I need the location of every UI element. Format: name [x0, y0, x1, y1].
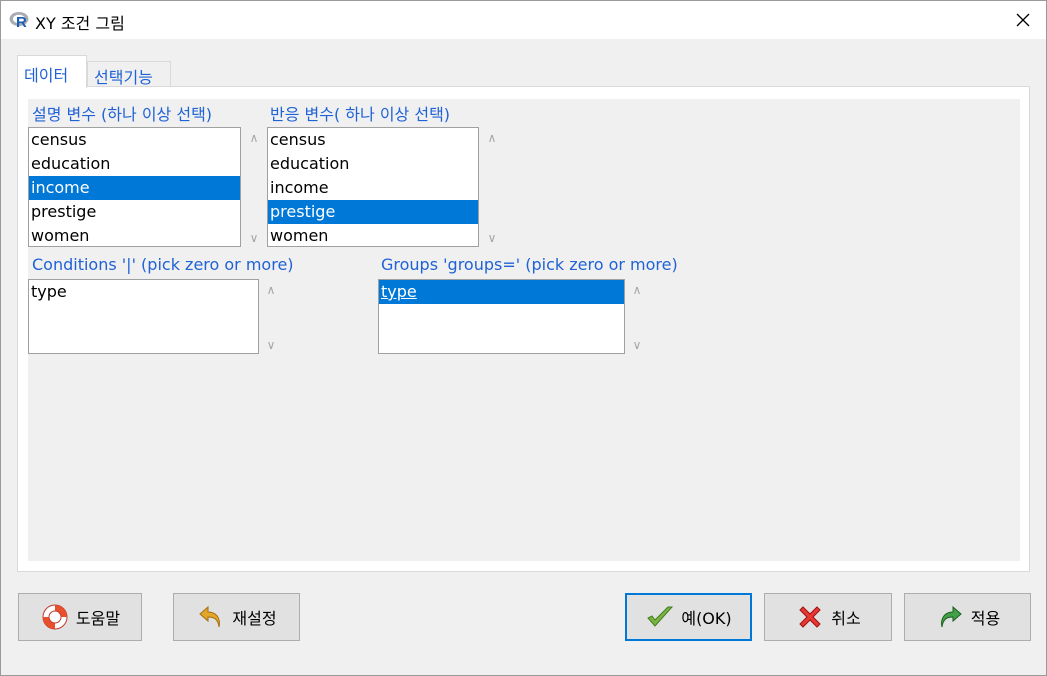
list-item-selected[interactable]: prestige	[268, 200, 478, 224]
ok-button[interactable]: 예(OK)	[625, 593, 752, 641]
response-label: 반응 변수( 하나 이상 선택)	[270, 105, 451, 124]
undo-arrow-icon	[199, 605, 221, 628]
groups-scrollbar[interactable]: ∧ ∨	[628, 279, 646, 354]
data-tab-content: 설명 변수 (하나 이상 선택) census education income…	[28, 99, 1020, 561]
scroll-up-icon[interactable]: ∧	[245, 131, 263, 145]
explanatory-listbox[interactable]: census education income prestige women	[28, 127, 241, 247]
list-item-selected[interactable]: type	[379, 280, 624, 304]
close-button[interactable]	[1000, 1, 1046, 39]
lifebuoy-icon	[42, 604, 68, 630]
apply-button-label: 적용	[970, 609, 1001, 628]
help-button[interactable]: 도움말	[18, 593, 142, 641]
scroll-up-icon[interactable]: ∧	[628, 283, 646, 297]
apply-button[interactable]: 적용	[904, 593, 1031, 641]
list-item[interactable]: prestige	[29, 200, 240, 224]
checkmark-icon	[647, 606, 674, 627]
x-cancel-icon	[799, 606, 821, 628]
scroll-down-icon[interactable]: ∨	[483, 231, 501, 245]
groups-listbox[interactable]: type	[378, 279, 625, 354]
cancel-button-label: 취소	[831, 609, 861, 628]
list-item[interactable]: census	[268, 128, 478, 152]
response-listbox[interactable]: census education income prestige women	[267, 127, 479, 247]
list-item[interactable]: census	[29, 128, 240, 152]
explanatory-label: 설명 변수 (하나 이상 선택)	[32, 105, 213, 124]
reset-button-label: 재설정	[232, 609, 277, 628]
list-item-selected[interactable]: income	[29, 176, 240, 200]
cancel-button[interactable]: 취소	[764, 593, 892, 641]
list-item[interactable]: women	[268, 224, 478, 246]
list-item[interactable]: education	[268, 152, 478, 176]
groups-label: Groups 'groups=' (pick zero or more)	[381, 255, 678, 274]
dialog-window: R XY 조건 그림 데이터 선택기능 설명 변수 (하나 이상 선택) cen…	[0, 0, 1047, 676]
tab-data[interactable]: 데이터	[17, 55, 87, 88]
svg-text:R: R	[16, 14, 27, 30]
tab-panel: 설명 변수 (하나 이상 선택) census education income…	[17, 86, 1030, 572]
list-item[interactable]: type	[29, 280, 258, 304]
r-logo-icon: R	[9, 12, 29, 30]
redo-arrow-icon	[940, 605, 962, 628]
close-icon	[1016, 13, 1030, 27]
reset-button[interactable]: 재설정	[173, 593, 300, 641]
list-item[interactable]: education	[29, 152, 240, 176]
ok-button-label: 예(OK)	[681, 609, 732, 628]
scroll-down-icon[interactable]: ∨	[245, 231, 263, 245]
scroll-up-icon[interactable]: ∧	[483, 131, 501, 145]
list-item[interactable]: income	[268, 176, 478, 200]
window-title: XY 조건 그림	[35, 14, 125, 33]
conditions-listbox[interactable]: type	[28, 279, 259, 354]
conditions-scrollbar[interactable]: ∧ ∨	[262, 279, 280, 354]
title-bar: R XY 조건 그림	[1, 1, 1046, 39]
conditions-label: Conditions '|' (pick zero or more)	[32, 255, 294, 274]
scroll-down-icon[interactable]: ∨	[628, 338, 646, 352]
scroll-up-icon[interactable]: ∧	[262, 283, 280, 297]
tab-options[interactable]: 선택기능	[87, 61, 171, 87]
scroll-down-icon[interactable]: ∨	[262, 338, 280, 352]
explanatory-scrollbar[interactable]: ∧ ∨	[245, 127, 263, 247]
response-scrollbar[interactable]: ∧ ∨	[483, 127, 501, 247]
list-item[interactable]: women	[29, 224, 240, 246]
help-button-label: 도움말	[75, 609, 121, 628]
